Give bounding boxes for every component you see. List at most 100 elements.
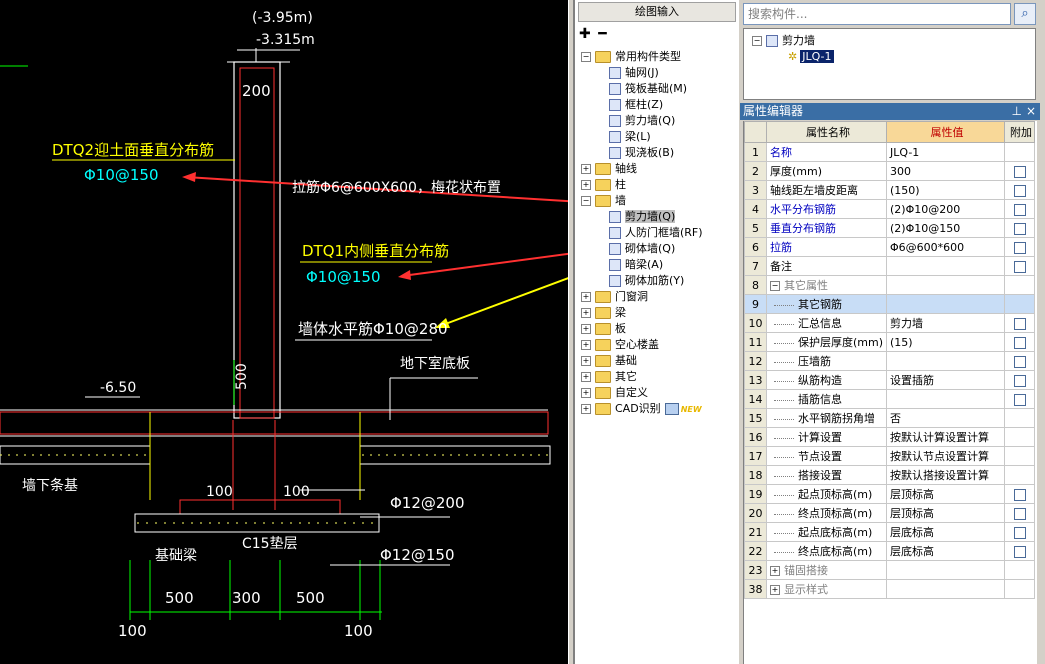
property-row[interactable]: 5 垂直分布钢筋 (2)Φ10@150 <box>744 218 1035 238</box>
close-icon[interactable]: × <box>1026 103 1036 120</box>
property-value[interactable] <box>886 294 1005 314</box>
property-value[interactable]: 按默认节点设置计算 <box>886 446 1005 466</box>
property-value[interactable] <box>886 256 1005 276</box>
add-checkbox[interactable] <box>1013 241 1026 254</box>
property-row[interactable]: 7 备注 <box>744 256 1035 276</box>
property-value[interactable] <box>886 560 1005 580</box>
draw-input-tab[interactable]: 绘图输入 <box>578 2 736 22</box>
add-checkbox[interactable] <box>1013 203 1026 216</box>
comp-tree-root[interactable]: − 剪力墙 <box>752 33 815 49</box>
expand-all-icon[interactable]: ✚ <box>579 27 591 41</box>
pin-icon[interactable]: ⊥ <box>1012 103 1022 120</box>
tree-folder[interactable]: + 空心楼盖 <box>581 337 659 353</box>
property-row[interactable]: 19 起点顶标高(m) 层顶标高 <box>744 484 1035 504</box>
expand-icon[interactable]: + <box>581 340 591 350</box>
property-value[interactable]: 层底标高 <box>886 541 1005 561</box>
collapse-all-icon[interactable]: ━ <box>598 27 606 41</box>
collapse-icon[interactable]: − <box>581 196 591 206</box>
property-row[interactable]: 10 汇总信息 剪力墙 <box>744 313 1035 333</box>
property-value[interactable]: 层底标高 <box>886 522 1005 542</box>
tree-item[interactable]: 砌体加筋(Y) <box>609 273 684 289</box>
property-value[interactable]: JLQ-1 <box>886 142 1005 162</box>
property-value[interactable]: 否 <box>886 408 1005 428</box>
property-row[interactable]: 23 + 锚固搭接 <box>744 560 1035 580</box>
property-value[interactable] <box>886 579 1005 599</box>
property-value[interactable]: 层顶标高 <box>886 503 1005 523</box>
collapse-icon[interactable]: − <box>770 281 780 291</box>
tree-folder[interactable]: + 门窗洞 <box>581 289 648 305</box>
add-checkbox[interactable] <box>1013 260 1026 273</box>
add-checkbox[interactable] <box>1013 336 1026 349</box>
tree-folder[interactable]: − 墙 <box>581 193 626 209</box>
tree-item[interactable]: 筏板基础(M) <box>609 81 687 97</box>
tree-folder[interactable]: + 基础 <box>581 353 637 369</box>
comp-tree-item-jlq1[interactable]: ✲ JLQ-1 <box>788 49 834 65</box>
property-value[interactable]: 剪力墙 <box>886 313 1005 333</box>
expand-icon[interactable]: + <box>581 180 591 190</box>
add-checkbox[interactable] <box>1013 184 1026 197</box>
expand-icon[interactable]: + <box>581 164 591 174</box>
expand-icon[interactable]: + <box>581 372 591 382</box>
add-checkbox[interactable] <box>1013 374 1026 387</box>
tree-item[interactable]: 框柱(Z) <box>609 97 663 113</box>
tree-item[interactable]: 人防门框墙(RF) <box>609 225 703 241</box>
expand-icon[interactable]: + <box>581 388 591 398</box>
tree-folder[interactable]: + 其它 <box>581 369 637 385</box>
property-row[interactable]: 14 插筋信息 <box>744 389 1035 409</box>
property-row[interactable]: 11 保护层厚度(mm) (15) <box>744 332 1035 352</box>
add-checkbox[interactable] <box>1013 355 1026 368</box>
property-row[interactable]: 2 厚度(mm) 300 <box>744 161 1035 181</box>
property-row[interactable]: 8− 其它属性 <box>744 275 1035 295</box>
tree-folder[interactable]: + 板 <box>581 321 626 337</box>
tree-item[interactable]: 剪力墙(Q) <box>609 113 675 129</box>
property-value[interactable]: (2)Φ10@200 <box>886 199 1005 219</box>
tree-folder[interactable]: + 自定义 <box>581 385 648 401</box>
expand-icon[interactable]: + <box>581 324 591 334</box>
tree-item[interactable]: 砌体墙(Q) <box>609 241 675 257</box>
property-row[interactable]: 22 终点底标高(m) 层底标高 <box>744 541 1035 561</box>
cad-drawing-canvas[interactable]: (-3.95m) -3.315m 200 DTQ2迎土面垂直分布筋 Φ10@15… <box>0 0 568 664</box>
add-checkbox[interactable] <box>1013 507 1026 520</box>
expand-icon[interactable]: + <box>581 308 591 318</box>
property-row[interactable]: 3 轴线距左墙皮距离 (150) <box>744 180 1035 200</box>
search-input[interactable]: 搜索构件... <box>743 3 1011 25</box>
property-row[interactable]: 12 压墙筋 <box>744 351 1035 371</box>
add-checkbox[interactable] <box>1013 526 1026 539</box>
property-value[interactable] <box>886 275 1005 295</box>
property-value[interactable]: 300 <box>886 161 1005 181</box>
property-row[interactable]: 38 + 显示样式 <box>744 579 1035 599</box>
property-row[interactable]: 17 节点设置 按默认节点设置计算 <box>744 446 1035 466</box>
add-checkbox[interactable] <box>1013 222 1026 235</box>
property-value[interactable]: 设置插筋 <box>886 370 1005 390</box>
expand-icon[interactable]: + <box>581 292 591 302</box>
tree-item[interactable]: 梁(L) <box>609 129 651 145</box>
expand-icon[interactable]: + <box>581 404 591 414</box>
tree-item[interactable]: 暗梁(A) <box>609 257 663 273</box>
property-value[interactable]: (15) <box>886 332 1005 352</box>
tree-folder[interactable]: − 常用构件类型 <box>581 49 681 65</box>
tree-folder[interactable]: + 轴线 <box>581 161 637 177</box>
expand-icon[interactable]: + <box>770 585 780 595</box>
property-value[interactable]: (2)Φ10@150 <box>886 218 1005 238</box>
add-checkbox[interactable] <box>1013 165 1026 178</box>
tree-item[interactable]: 现浇板(B) <box>609 145 674 161</box>
property-value[interactable]: 按默认搭接设置计算 <box>886 465 1005 485</box>
add-checkbox[interactable] <box>1013 488 1026 501</box>
search-icon[interactable]: ⌕ <box>1014 3 1036 25</box>
tree-folder[interactable]: + 梁 <box>581 305 626 321</box>
expand-icon[interactable]: + <box>581 356 591 366</box>
property-row[interactable]: 15 水平钢筋拐角增否 <box>744 408 1035 428</box>
add-checkbox[interactable] <box>1013 317 1026 330</box>
property-value[interactable]: 按默认计算设置计算 <box>886 427 1005 447</box>
property-value[interactable] <box>886 389 1005 409</box>
property-value[interactable]: 层顶标高 <box>886 484 1005 504</box>
property-row[interactable]: 4 水平分布钢筋 (2)Φ10@200 <box>744 199 1035 219</box>
tree-item[interactable]: 轴网(J) <box>609 65 659 81</box>
property-value[interactable] <box>886 351 1005 371</box>
property-row[interactable]: 16 计算设置 按默认计算设置计算 <box>744 427 1035 447</box>
add-checkbox[interactable] <box>1013 393 1026 406</box>
property-value[interactable]: (150) <box>886 180 1005 200</box>
property-value[interactable]: Φ6@600*600 <box>886 237 1005 257</box>
property-row[interactable]: 18 搭接设置 按默认搭接设置计算 <box>744 465 1035 485</box>
add-checkbox[interactable] <box>1013 545 1026 558</box>
